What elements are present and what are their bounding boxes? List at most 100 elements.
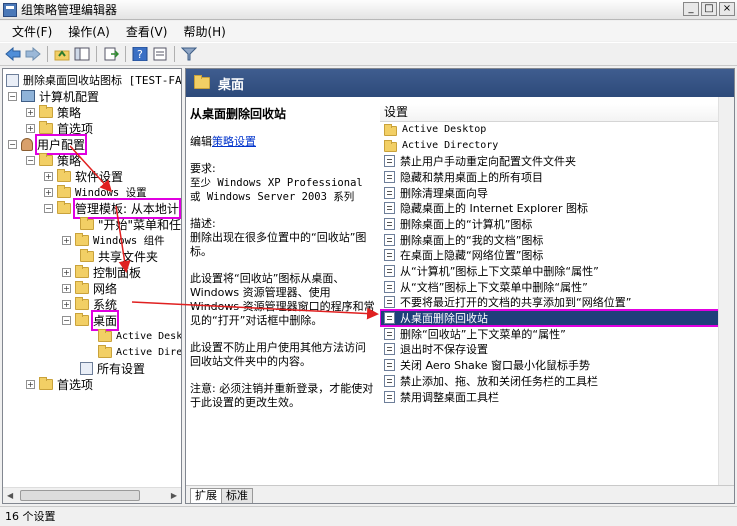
tree-item-admin-templates[interactable]: − 管理模板: 从本地计: [44, 197, 181, 219]
tree-horizontal-scrollbar[interactable]: ◀ ▶: [3, 487, 181, 503]
scroll-right-icon[interactable]: ▶: [171, 491, 177, 500]
tree-item-system[interactable]: + 系统: [62, 296, 117, 312]
folder-icon: [57, 184, 71, 198]
expand-icon[interactable]: +: [62, 299, 71, 309]
setting-label: 禁止用户手动重定向配置文件文件夹: [400, 155, 576, 169]
gpo-icon: [6, 73, 19, 87]
setting-label: Active Desktop: [402, 124, 487, 136]
tree-item-shared-folders[interactable]: 共享文件夹: [80, 248, 158, 264]
collapse-icon[interactable]: −: [26, 155, 35, 165]
setting-row[interactable]: 隐藏和禁用桌面上的所有项目: [380, 169, 734, 185]
setting-row[interactable]: 删除桌面上的“我的文档”图标: [380, 232, 734, 248]
expand-icon[interactable]: +: [62, 235, 71, 245]
scroll-thumb[interactable]: [20, 490, 140, 501]
folder-icon: [57, 200, 71, 214]
expand-icon[interactable]: +: [44, 171, 53, 181]
policy-setting-icon: [384, 296, 395, 309]
tree-item-desktop[interactable]: − 桌面: [62, 309, 120, 331]
folder-icon: [194, 75, 210, 89]
setting-row[interactable]: 不要将最近打开的文档的共享添加到“网络位置”: [380, 295, 734, 311]
edit-policy-link[interactable]: 策略设置: [212, 135, 256, 148]
setting-row[interactable]: 删除桌面上的“计算机”图标: [380, 216, 734, 232]
toolbar: ?: [0, 42, 737, 66]
help-icon[interactable]: ?: [131, 45, 149, 63]
setting-row[interactable]: 从“文档”图标上下文菜单中删除“属性”: [380, 279, 734, 295]
collapse-icon[interactable]: −: [44, 203, 53, 213]
expand-icon[interactable]: +: [62, 283, 71, 293]
policy-setting-icon: [384, 327, 395, 340]
setting-row[interactable]: 禁用调整桌面工具栏: [380, 389, 734, 405]
tree-item-all-settings[interactable]: 所有设置: [80, 360, 145, 376]
menu-action[interactable]: 操作(A): [60, 23, 118, 40]
list-vertical-scrollbar[interactable]: [718, 97, 734, 487]
show-hide-tree-icon[interactable]: [73, 45, 91, 63]
tree-item-computer-policies[interactable]: + 策略: [26, 104, 81, 120]
scroll-left-icon[interactable]: ◀: [7, 491, 13, 500]
edit-line: 编辑策略设置: [190, 135, 256, 148]
menu-file[interactable]: 文件(F): [4, 23, 60, 40]
tree-item-control-panel[interactable]: + 控制面板: [62, 264, 141, 280]
tree-item-computer-config[interactable]: − 计算机配置: [8, 88, 99, 104]
tree-item-active-desktop[interactable]: Active Deskt: [98, 328, 181, 344]
tree-root[interactable]: 删除桌面回收站图标 [TEST-FAI: [6, 72, 181, 88]
toolbar-separator: [47, 46, 48, 62]
tree-item-windows-components[interactable]: + Windows 组件: [62, 232, 165, 248]
policy-setting-icon: [384, 390, 395, 403]
tab-standard[interactable]: 标准: [221, 488, 253, 503]
setting-row[interactable]: 删除清理桌面向导: [380, 185, 734, 201]
up-folder-icon[interactable]: [53, 45, 71, 63]
menu-view[interactable]: 查看(V): [118, 23, 176, 40]
setting-row[interactable]: 禁止添加、拖、放和关闭任务栏的工具栏: [380, 373, 734, 389]
settings-folder-row[interactable]: Active Directory: [380, 138, 734, 154]
tree-item-start-menu[interactable]: "开始"菜单和任: [80, 216, 181, 232]
tree-item-computer-preferences[interactable]: + 首选项: [26, 120, 93, 136]
policy-setting-icon: [384, 343, 395, 356]
collapse-icon[interactable]: −: [62, 315, 71, 325]
setting-row[interactable]: 禁止用户手动重定向配置文件文件夹: [380, 153, 734, 169]
setting-row[interactable]: 从桌面删除回收站: [380, 309, 734, 327]
column-header-setting[interactable]: 设置: [380, 104, 734, 122]
tab-extended[interactable]: 扩展: [190, 488, 222, 503]
tree-item-software-settings[interactable]: + 软件设置: [44, 168, 123, 184]
setting-row[interactable]: 退出时不保存设置: [380, 342, 734, 358]
tree-item-user-policies[interactable]: − 策略: [26, 152, 81, 168]
expand-icon[interactable]: +: [26, 107, 35, 117]
minimize-button[interactable]: _: [683, 2, 699, 16]
folder-icon: [80, 248, 94, 262]
back-arrow-icon[interactable]: [4, 45, 22, 63]
expand-icon[interactable]: +: [26, 379, 35, 389]
collapse-icon[interactable]: −: [8, 139, 17, 149]
export-list-icon[interactable]: [102, 45, 120, 63]
expand-icon[interactable]: +: [26, 123, 35, 133]
navigation-tree: 删除桌面回收站图标 [TEST-FAI − 计算机配置 + 策略 + 首选项 −…: [2, 68, 182, 504]
filter-icon[interactable]: [180, 45, 198, 63]
expand-icon[interactable]: +: [44, 187, 53, 197]
menu-help[interactable]: 帮助(H): [175, 23, 233, 40]
tree-item-active-directory[interactable]: Active Direc: [98, 344, 181, 360]
setting-label: 退出时不保存设置: [400, 343, 488, 357]
setting-row[interactable]: 关闭 Aero Shake 窗口最小化鼠标手势: [380, 357, 734, 373]
properties-icon[interactable]: [151, 45, 169, 63]
maximize-button[interactable]: □: [701, 2, 717, 16]
policy-setting-icon: [384, 312, 395, 325]
setting-row[interactable]: 隐藏桌面上的 Internet Explorer 图标: [380, 200, 734, 216]
tree-item-user-config[interactable]: − 用户配置: [8, 133, 88, 155]
setting-label: 从“计算机”图标上下文菜单中删除“属性”: [400, 265, 599, 279]
folder-icon: [75, 232, 89, 246]
forward-arrow-icon[interactable]: [24, 45, 42, 63]
tree-item-network[interactable]: + 网络: [62, 280, 117, 296]
policy-setting-icon: [384, 374, 395, 387]
close-button[interactable]: ×: [719, 2, 735, 16]
setting-row[interactable]: 删除“回收站”上下文菜单的“属性”: [380, 326, 734, 342]
setting-row[interactable]: 从“计算机”图标上下文菜单中删除“属性”: [380, 263, 734, 279]
collapse-icon[interactable]: −: [8, 91, 17, 101]
policy-setting-icon: [384, 249, 395, 262]
pane-title: 桌面: [218, 77, 245, 93]
tree-item-windows-settings[interactable]: + Windows 设置: [44, 184, 147, 200]
computer-icon: [21, 90, 35, 102]
toolbar-separator: [174, 46, 175, 62]
tree-item-user-preferences[interactable]: + 首选项: [26, 376, 93, 392]
settings-folder-row[interactable]: Active Desktop: [380, 122, 734, 138]
expand-icon[interactable]: +: [62, 267, 71, 277]
setting-row[interactable]: 在桌面上隐藏“网络位置”图标: [380, 248, 734, 264]
